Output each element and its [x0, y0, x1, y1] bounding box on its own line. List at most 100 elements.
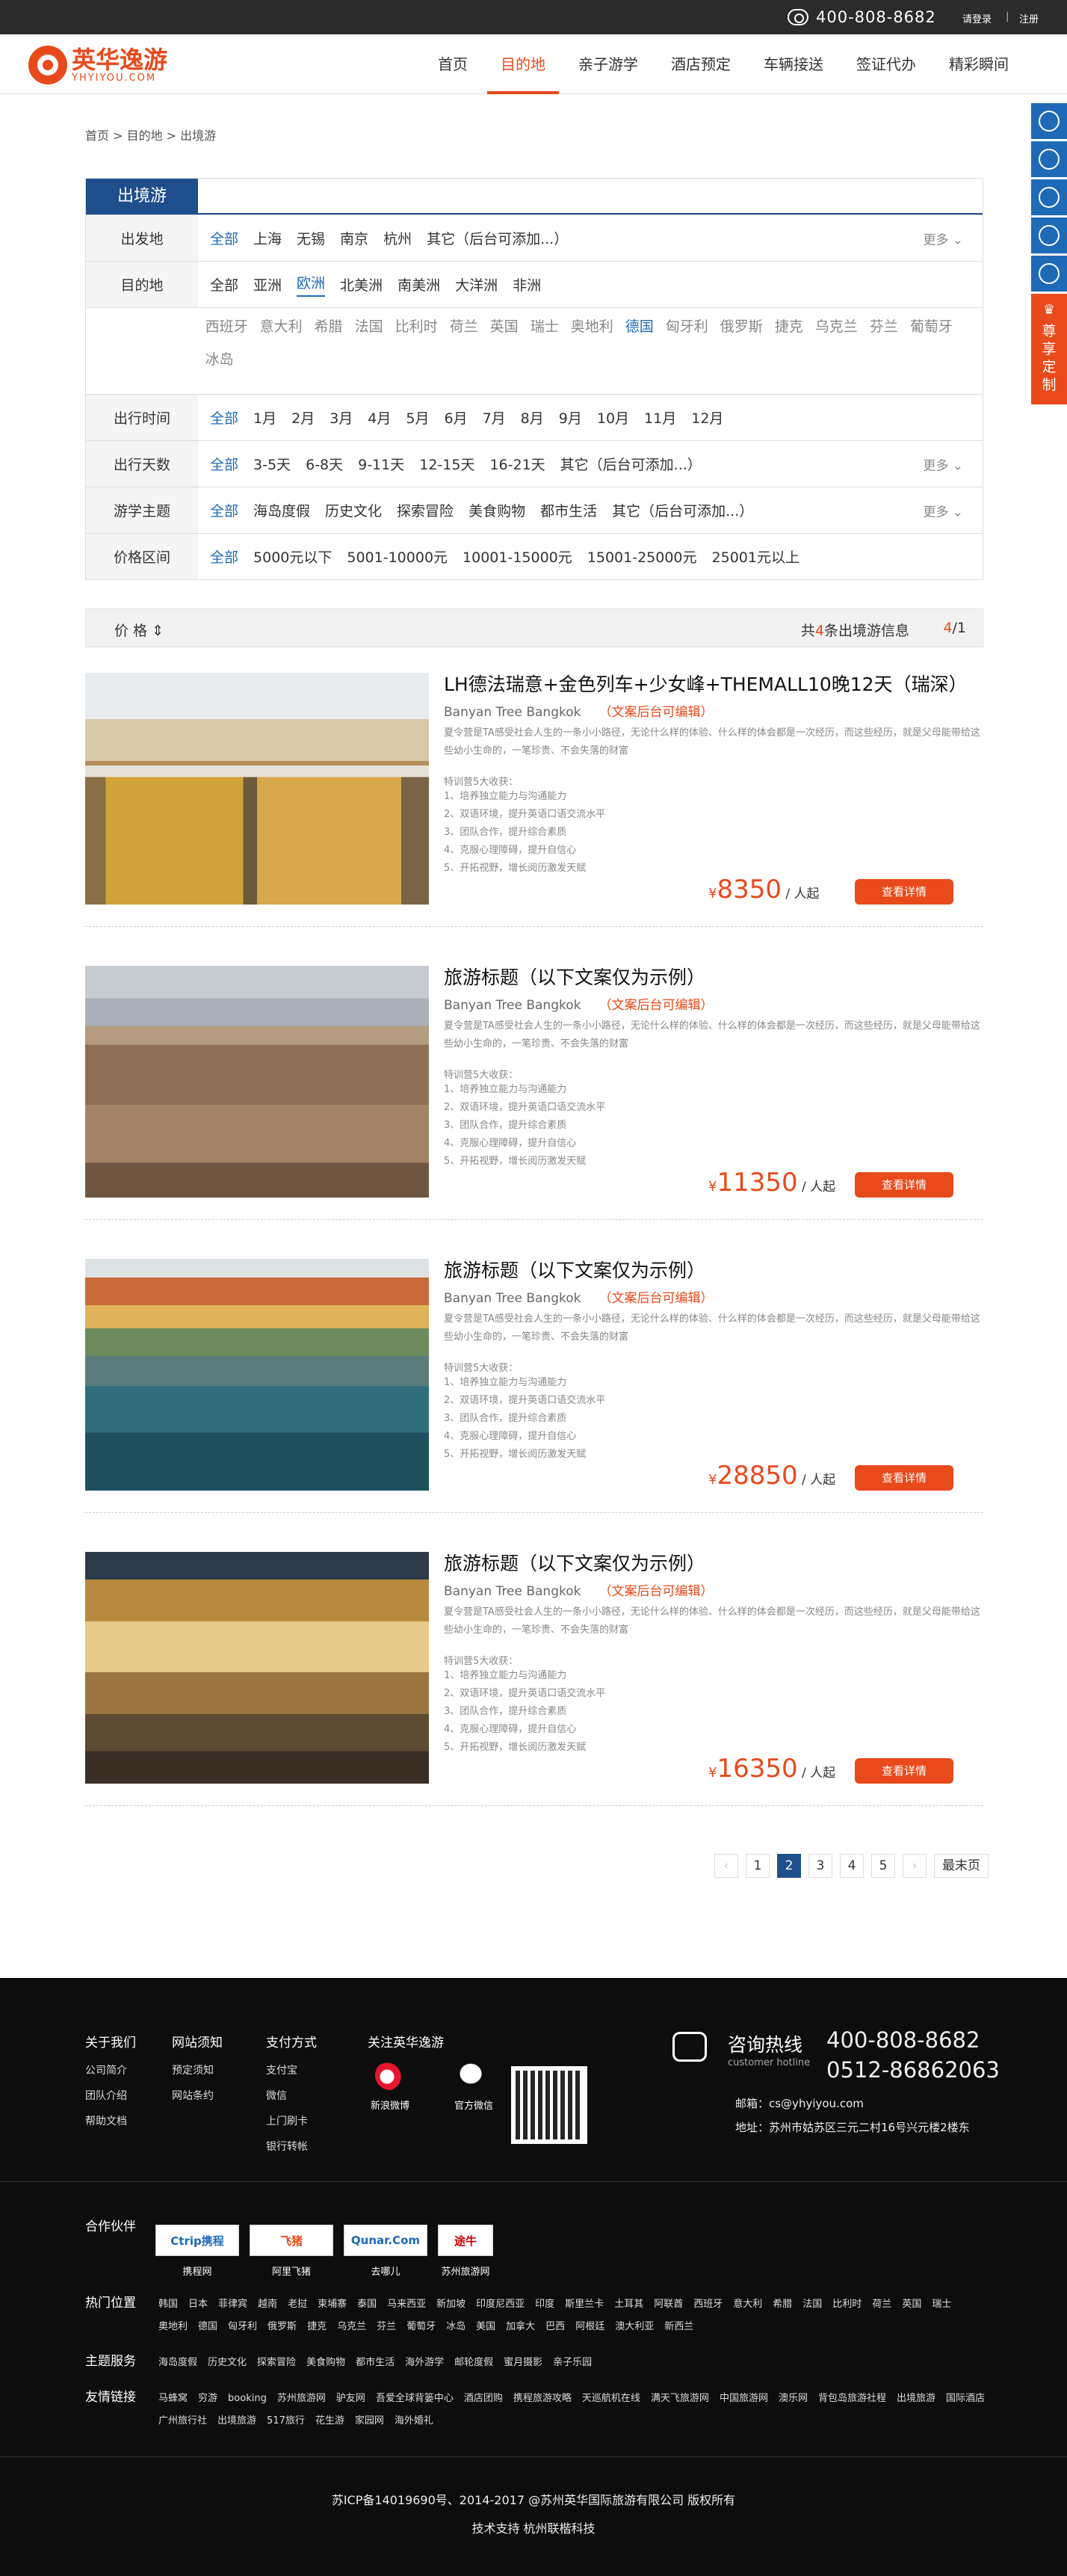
filter-option[interactable]: 全部 [210, 546, 238, 567]
filter-option[interactable]: 10001-15000元 [463, 546, 572, 567]
filter-option[interactable]: 12月 [691, 407, 723, 428]
filter-option[interactable]: 6月 [444, 407, 467, 428]
page-1[interactable]: 1 [746, 1854, 770, 1878]
footer-link[interactable]: 微信 [266, 2088, 317, 2103]
nav-visa[interactable]: 签证代办 [843, 34, 930, 94]
country-option[interactable]: 葡萄牙 [910, 318, 953, 341]
tab-outbound[interactable]: 出境游 [86, 179, 198, 215]
friend-link[interactable]: 花生游 [315, 2410, 344, 2432]
friend-link[interactable]: 穷游 [198, 2388, 217, 2410]
hot-destination-link[interactable]: 斯里兰卡 [565, 2293, 604, 2316]
filter-option[interactable]: 全部 [210, 228, 238, 248]
hot-destination-link[interactable]: 芬兰 [377, 2316, 396, 2338]
hot-destination-link[interactable]: 美国 [476, 2316, 495, 2338]
hot-destination-link[interactable]: 葡萄牙 [406, 2316, 436, 2338]
friend-link[interactable]: 满天飞旅游网 [651, 2388, 709, 2410]
product-image[interactable] [85, 1259, 429, 1491]
footer-link[interactable]: 预定须知 [172, 2062, 223, 2077]
friend-link[interactable]: 广州旅行社 [158, 2410, 207, 2432]
hot-destination-link[interactable]: 奥地利 [158, 2316, 188, 2338]
country-option[interactable]: 意大利 [260, 318, 303, 341]
hot-destination-link[interactable]: 意大利 [733, 2293, 762, 2316]
country-option[interactable]: 冰岛 [205, 351, 234, 374]
filter-option[interactable]: 欧洲 [297, 272, 326, 297]
more-button[interactable]: 更多 ⌄ [923, 455, 963, 473]
friend-link[interactable]: 517旅行 [267, 2410, 305, 2432]
hot-destination-link[interactable]: 冰岛 [446, 2316, 466, 2338]
hot-destination-link[interactable]: 匈牙利 [228, 2316, 257, 2338]
sort-price-button[interactable]: 价 格 ⇕ [114, 620, 164, 640]
hot-destination-link[interactable]: 俄罗斯 [267, 2316, 297, 2338]
theme-service-link[interactable]: 历史文化 [208, 2352, 247, 2374]
page-3[interactable]: 3 [808, 1854, 832, 1878]
hot-destination-link[interactable]: 印度 [535, 2293, 554, 2316]
filter-option[interactable]: 探索冒险 [397, 500, 454, 520]
filter-option[interactable]: 8月 [521, 407, 544, 428]
nav-destination[interactable]: 目的地 [487, 34, 559, 94]
filter-option[interactable]: 其它（后台可添加...） [560, 454, 702, 474]
filter-option[interactable]: 15001-25000元 [587, 546, 697, 567]
hot-destination-link[interactable]: 阿根廷 [575, 2316, 604, 2338]
filter-option[interactable]: 4月 [368, 407, 391, 428]
filter-option[interactable]: 大洋洲 [455, 274, 498, 295]
country-option[interactable]: 捷克 [775, 318, 803, 341]
filter-option[interactable]: 9-11天 [358, 454, 404, 474]
hot-destination-link[interactable]: 西班牙 [693, 2293, 723, 2316]
footer-link[interactable]: 帮助文档 [85, 2113, 136, 2128]
product-image[interactable] [85, 673, 429, 905]
friend-link[interactable]: 苏州旅游网 [277, 2388, 326, 2410]
filter-option[interactable]: 11月 [644, 407, 676, 428]
filter-option[interactable]: 美食购物 [468, 500, 525, 520]
hot-destination-link[interactable]: 德国 [198, 2316, 217, 2338]
hot-destination-link[interactable]: 希腊 [773, 2293, 792, 2316]
nav-family-study[interactable]: 亲子游学 [565, 34, 652, 94]
product-title[interactable]: 旅游标题（以下文案仅为示例） [444, 966, 983, 990]
filter-option[interactable]: 非洲 [513, 274, 541, 295]
country-option[interactable]: 俄罗斯 [720, 318, 763, 341]
friend-link[interactable]: 中国旅游网 [720, 2388, 768, 2410]
register-link[interactable]: 注册 [1019, 11, 1039, 25]
filter-option[interactable]: 都市生活 [540, 500, 597, 520]
friend-link[interactable]: 天巡航机在线 [582, 2388, 640, 2410]
page-4[interactable]: 4 [840, 1854, 864, 1878]
nav-hotel[interactable]: 酒店预定 [658, 34, 744, 94]
login-link[interactable]: 请登录 [962, 11, 992, 25]
country-option[interactable]: 希腊 [315, 318, 343, 341]
hot-destination-link[interactable]: 日本 [188, 2293, 208, 2316]
filter-option[interactable]: 9月 [559, 407, 582, 428]
partner-ctrip[interactable]: Ctrip携程 携程网 [155, 2225, 239, 2278]
country-option[interactable]: 法国 [355, 318, 383, 341]
filter-option[interactable]: 5001-10000元 [347, 546, 448, 567]
filter-option[interactable]: 1月 [253, 407, 276, 428]
hot-destination-link[interactable]: 马来西亚 [387, 2293, 426, 2316]
hot-destination-link[interactable]: 比利时 [832, 2293, 862, 2316]
friend-link[interactable]: 澳乐网 [779, 2388, 808, 2410]
more-button[interactable]: 更多 ⌄ [923, 229, 963, 247]
theme-service-link[interactable]: 蜜月摄影 [504, 2352, 542, 2374]
hot-destination-link[interactable]: 越南 [258, 2293, 277, 2316]
nav-transfer[interactable]: 车辆接送 [750, 34, 837, 94]
hot-destination-link[interactable]: 乌克兰 [337, 2316, 366, 2338]
wechat-button[interactable] [1031, 179, 1067, 215]
country-option[interactable]: 匈牙利 [666, 318, 708, 341]
product-image[interactable] [85, 1552, 429, 1784]
filter-option[interactable]: 10月 [597, 407, 629, 428]
hot-destination-link[interactable]: 土耳其 [614, 2293, 643, 2316]
hot-destination-link[interactable]: 柬埔寨 [318, 2293, 347, 2316]
partner-fliggy[interactable]: 飞猪 阿里飞猪 [250, 2225, 333, 2278]
friend-link[interactable]: 家园网 [355, 2410, 384, 2432]
theme-service-link[interactable]: 探索冒险 [257, 2352, 296, 2374]
qq-button[interactable] [1031, 103, 1067, 139]
friend-link[interactable]: 马蜂窝 [158, 2388, 188, 2410]
country-option[interactable]: 西班牙 [205, 318, 248, 341]
weibo-button[interactable] [1031, 218, 1067, 253]
more-button[interactable]: 更多 ⌄ [923, 501, 963, 520]
footer-link[interactable]: 团队介绍 [85, 2088, 136, 2103]
page-5[interactable]: 5 [871, 1854, 895, 1878]
support-button[interactable] [1031, 256, 1067, 292]
filter-option[interactable]: 3-5天 [253, 454, 291, 474]
friend-link[interactable]: 酒店团购 [464, 2388, 503, 2410]
last-page-button[interactable]: 最末页 [934, 1854, 989, 1878]
hot-destination-link[interactable]: 菲律宾 [218, 2293, 247, 2316]
country-option[interactable]: 德国 [625, 318, 654, 341]
